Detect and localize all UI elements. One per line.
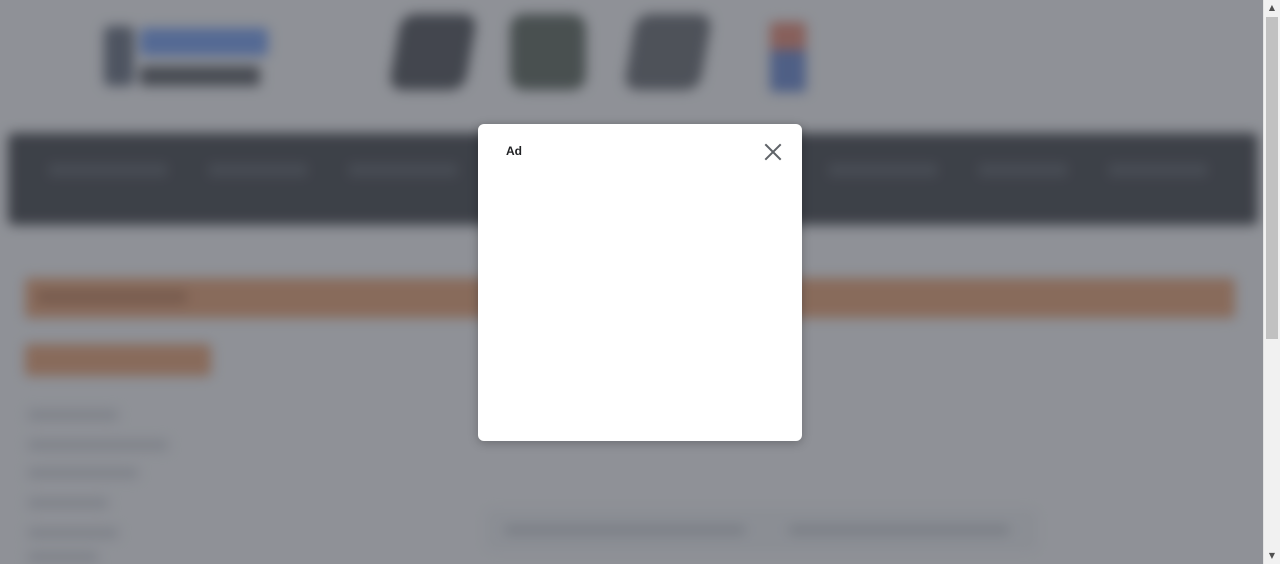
close-icon[interactable] (761, 140, 785, 164)
page: ▲ ▼ Ad (0, 0, 1280, 564)
ad-content-frame[interactable] (478, 174, 802, 441)
scroll-up-arrow-icon[interactable]: ▲ (1264, 0, 1280, 16)
modal-title: Ad (506, 144, 522, 158)
ad-modal: Ad (478, 124, 802, 441)
scrollbar-thumb[interactable] (1266, 17, 1278, 339)
scroll-down-arrow-icon[interactable]: ▼ (1264, 548, 1280, 564)
page-scrollbar[interactable]: ▲ ▼ (1263, 0, 1280, 564)
